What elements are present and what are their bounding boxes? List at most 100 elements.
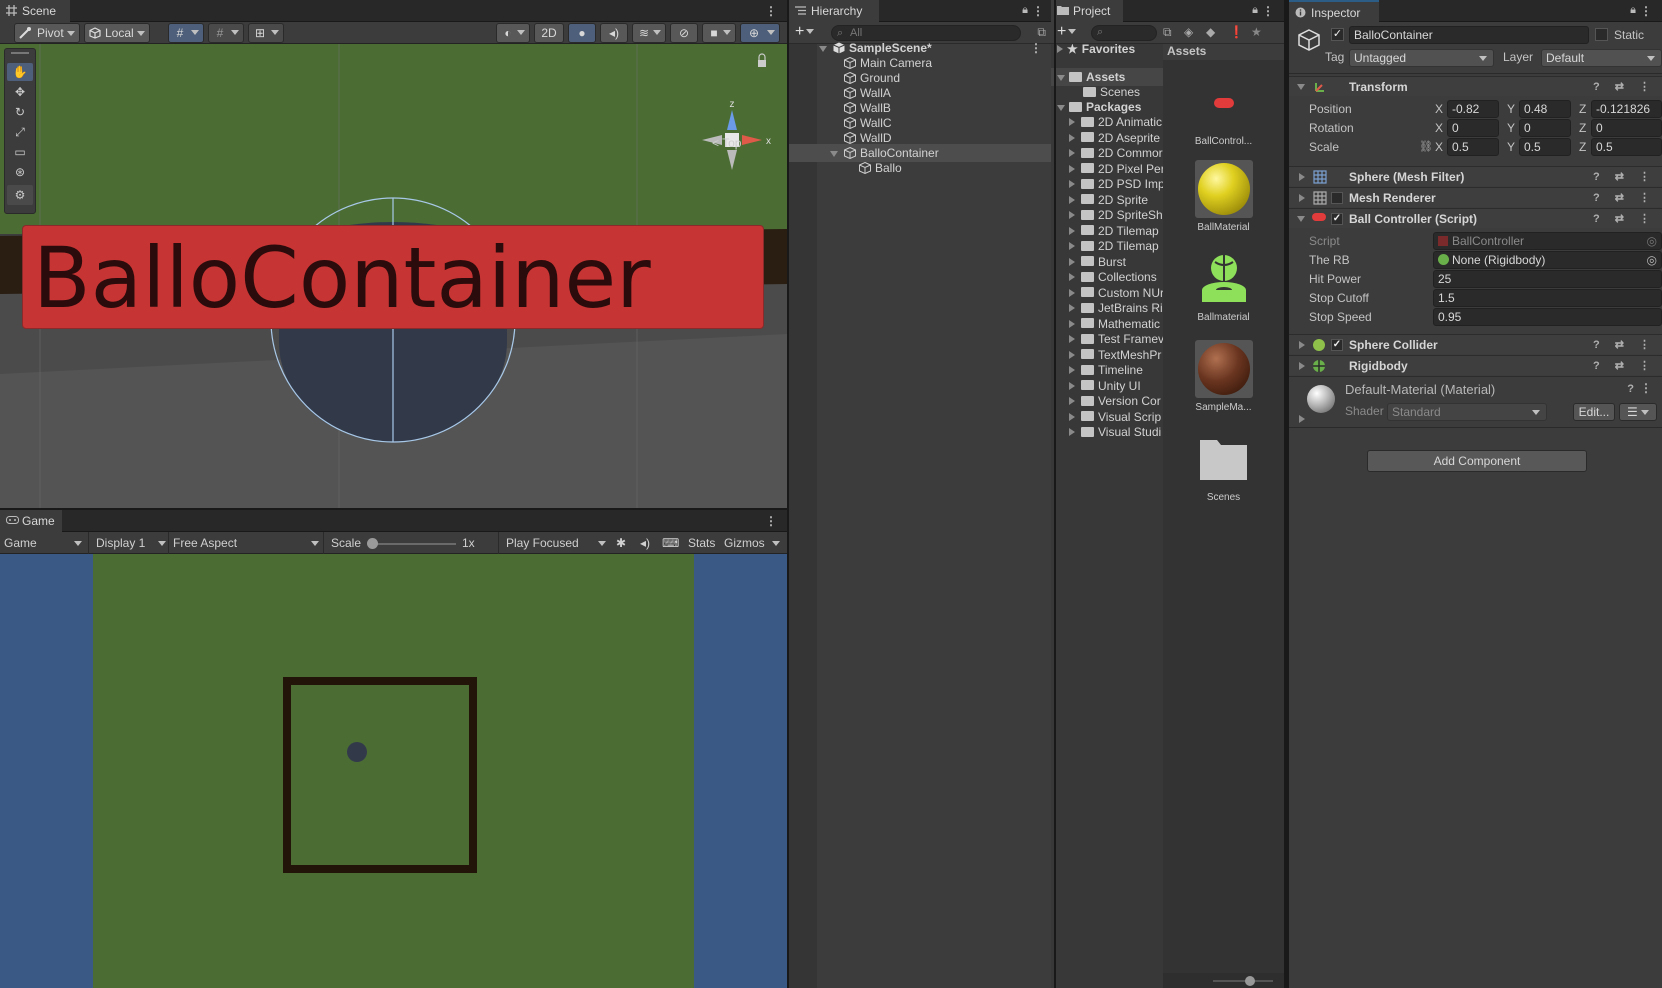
panel-divider[interactable] — [1054, 0, 1056, 988]
gizmos-dropdown[interactable]: ⊕ — [740, 23, 780, 43]
add-component-button[interactable]: Add Component — [1367, 450, 1587, 472]
mesh-renderer-header[interactable]: Mesh Renderer ? ⇄ ⋮ — [1289, 187, 1662, 207]
move-tool-button[interactable]: ✥ — [7, 83, 33, 101]
tag-dropdown[interactable]: Untagged — [1349, 49, 1494, 67]
inspector-menu-icon[interactable]: ⋮ — [1640, 4, 1652, 18]
panel-divider[interactable] — [0, 508, 787, 510]
layer-dropdown[interactable]: Default — [1541, 49, 1662, 67]
favorites-row[interactable]: ★ Favorites — [1051, 44, 1163, 58]
asset-ballmaterial[interactable]: BallMaterial — [1163, 160, 1284, 233]
asset-samplematerial[interactable]: SampleMa... — [1163, 340, 1284, 413]
rect-tool-button[interactable]: ▭ — [7, 143, 33, 161]
position-y-field[interactable]: 0.48 — [1519, 100, 1571, 118]
scene-menu-icon[interactable]: ⋮ — [765, 4, 777, 18]
asset-scenes-folder[interactable]: Scenes — [1163, 430, 1284, 503]
sphere-collider-enabled-checkbox[interactable]: ✓ — [1331, 339, 1343, 351]
hand-tool-button[interactable]: ✋ — [7, 63, 33, 81]
lighting-toggle[interactable]: ● — [568, 23, 596, 43]
rb-object-field[interactable]: None (Rigidbody) ◎ — [1433, 251, 1662, 269]
scale-y-field[interactable]: 0.5 — [1519, 138, 1571, 156]
effects-dropdown[interactable]: ≋ — [632, 23, 666, 43]
keyboard-icon[interactable]: ⌨ — [662, 533, 679, 553]
help-icon[interactable]: ? — [1627, 383, 1634, 395]
rotation-y-field[interactable]: 0 — [1519, 119, 1571, 137]
search-options-icon[interactable]: ⧉ — [1037, 25, 1046, 40]
display-dropdown[interactable]: Display 1 — [96, 533, 166, 553]
object-name-field[interactable]: BalloContainer — [1349, 26, 1589, 44]
lock-icon[interactable]: 🔒︎ — [1252, 4, 1258, 17]
grid-visibility-toggle[interactable]: # — [208, 23, 244, 43]
lock-icon[interactable]: 🔒︎ — [1022, 4, 1028, 17]
shading-mode-dropdown[interactable]: ◐ — [496, 23, 530, 43]
panel-divider[interactable] — [1287, 0, 1289, 988]
link-scale-icon[interactable]: ⛓ — [1419, 140, 1433, 153]
zoom-slider-handle[interactable] — [1245, 976, 1255, 986]
audio-toggle[interactable]: ◂) — [600, 23, 628, 43]
transform-tool-button[interactable]: ⊛ — [7, 163, 33, 181]
lock-icon[interactable]: 🔒︎ — [1630, 4, 1636, 17]
asset-ballmaterial-physics[interactable]: Ballmaterial — [1163, 250, 1284, 323]
filter-type-icon[interactable]: ◈ — [1184, 25, 1193, 39]
search-scope-icon[interactable]: ⧉ — [1163, 25, 1172, 40]
mesh-renderer-enabled-checkbox[interactable] — [1331, 192, 1343, 204]
gizmos-dropdown[interactable]: Gizmos — [724, 533, 784, 553]
rotate-tool-button[interactable]: ↻ — [7, 103, 33, 121]
stats-button[interactable]: Stats — [688, 533, 715, 553]
stop-speed-field[interactable]: 0.95 — [1433, 308, 1662, 326]
hit-power-field[interactable]: 25 — [1433, 270, 1662, 288]
asset-ballcontroller[interactable]: BallControl... — [1163, 98, 1284, 147]
mute-audio-icon[interactable]: ◂) — [638, 533, 652, 553]
scale-z-field[interactable]: 0.5 — [1591, 138, 1662, 156]
game-view-dropdown[interactable]: Game — [4, 533, 84, 553]
component-actions[interactable]: ? ⇄ ⋮ — [1593, 335, 1656, 355]
scale-x-field[interactable]: 0.5 — [1447, 138, 1499, 156]
shader-dropdown[interactable]: Standard — [1387, 403, 1547, 421]
static-checkbox[interactable] — [1595, 28, 1608, 41]
edit-shader-button[interactable]: Edit... — [1573, 403, 1615, 421]
position-x-field[interactable]: -0.82 — [1447, 100, 1499, 118]
tab-hierarchy[interactable]: Hierarchy — [789, 0, 879, 22]
tab-scene[interactable]: Scene — [0, 0, 70, 22]
object-picker-icon[interactable]: ◎ — [1647, 252, 1657, 268]
aspect-dropdown[interactable]: Free Aspect — [173, 533, 321, 553]
component-actions[interactable]: ? ⇄ ⋮ — [1593, 167, 1656, 187]
tab-inspector[interactable]: Inspector — [1289, 0, 1379, 22]
ball-controller-enabled-checkbox[interactable]: ✓ — [1331, 213, 1343, 225]
component-actions[interactable]: ? ⇄ ⋮ — [1593, 188, 1656, 208]
snap-increment-toggle[interactable]: ⊞ — [248, 23, 284, 43]
sphere-collider-header[interactable]: ✓ Sphere Collider ? ⇄ ⋮ — [1289, 334, 1662, 354]
scene-visibility-toggle[interactable]: ⊘ — [670, 23, 698, 43]
favorite-star-icon[interactable]: ★ — [1251, 25, 1262, 39]
custom-tool-button[interactable]: ⚙ — [7, 185, 33, 205]
expand-arrow-icon[interactable] — [1299, 415, 1305, 423]
component-actions[interactable]: ? ⇄ ⋮ — [1593, 77, 1656, 97]
hierarchy-item-ballo[interactable]: Ballo — [789, 159, 1054, 177]
rigidbody-header[interactable]: Rigidbody ? ⇄ ⋮ — [1289, 355, 1662, 375]
package-item[interactable]: Visual Studi — [1051, 423, 1163, 441]
game-viewport[interactable] — [0, 554, 787, 988]
pivot-dropdown[interactable]: Pivot — [14, 23, 80, 43]
filter-label-icon[interactable]: ◆ — [1206, 25, 1215, 39]
bug-icon[interactable]: ✱ — [614, 533, 628, 553]
filter-log-icon[interactable]: ❗ — [1229, 25, 1244, 39]
active-checkbox[interactable]: ✓ — [1331, 28, 1344, 41]
scale-slider-track[interactable] — [372, 543, 456, 545]
local-dropdown[interactable]: Local — [84, 23, 150, 43]
tab-project[interactable]: Project — [1051, 0, 1123, 22]
mesh-filter-header[interactable]: Sphere (Mesh Filter) ? ⇄ ⋮ — [1289, 166, 1662, 186]
gameobject-icon[interactable] — [1297, 28, 1321, 52]
material-preview-sphere[interactable] — [1307, 385, 1335, 413]
ball-controller-header[interactable]: ✓ Ball Controller (Script) ? ⇄ ⋮ — [1289, 208, 1662, 228]
zoom-slider-track[interactable] — [1213, 980, 1273, 982]
scale-tool-button[interactable]: ⤢ — [7, 123, 33, 141]
game-menu-icon[interactable]: ⋮ — [765, 514, 777, 528]
project-search-input[interactable]: ⌕ — [1091, 25, 1157, 41]
component-actions[interactable]: ? ⇄ ⋮ — [1593, 209, 1656, 229]
drag-handle[interactable] — [11, 52, 29, 54]
material-menu-icon[interactable]: ⋮ — [1640, 381, 1652, 395]
hierarchy-menu-icon[interactable]: ⋮ — [1032, 4, 1044, 18]
camera-dropdown[interactable]: ■ — [702, 23, 736, 43]
grid-snap-toggle[interactable]: # — [168, 23, 204, 43]
position-z-field[interactable]: -0.121826 — [1591, 100, 1662, 118]
stop-cutoff-field[interactable]: 1.5 — [1433, 289, 1662, 307]
